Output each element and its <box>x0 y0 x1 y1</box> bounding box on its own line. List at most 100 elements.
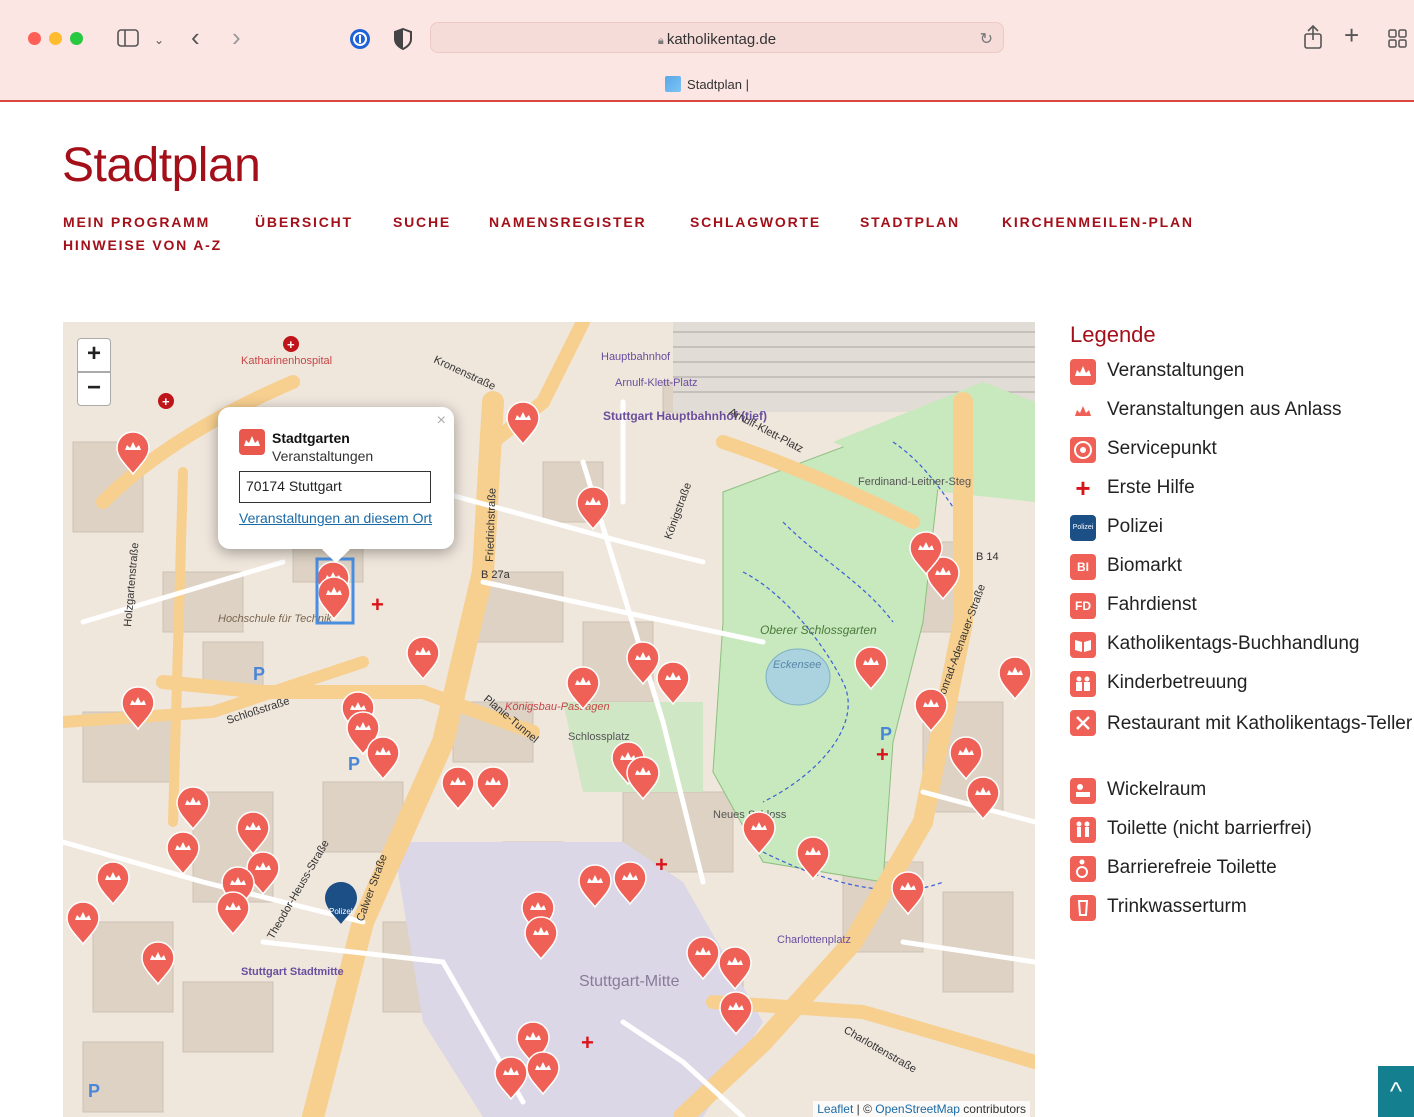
map-label: Ferdinand-Leitner-Steg <box>858 476 971 488</box>
accessible-toilet-icon <box>1070 856 1096 882</box>
map-label: Hauptbahnhof <box>601 351 671 363</box>
legend-label: Toilette (nicht barrierfrei) <box>1107 818 1312 839</box>
toilet-icon <box>1070 817 1096 843</box>
map-label: B 27a <box>481 569 511 581</box>
legend-item: Veranstaltungen aus Anlass <box>1070 397 1414 436</box>
parking-icon: P <box>348 754 360 774</box>
lock-icon: 🔒︎ <box>657 35 667 47</box>
organic-market-icon: BI <box>1070 554 1096 580</box>
attribution-separator: | © <box>853 1102 876 1116</box>
parking-icon: P <box>88 1081 100 1101</box>
nav-schlagworte[interactable]: SCHLAGWORTE <box>690 214 821 230</box>
forward-icon[interactable]: › <box>232 24 241 50</box>
map-label: Stuttgart Stadtmitte <box>241 966 344 978</box>
location-popup: × Stadtgarten Veranstaltungen 70174 Stut… <box>218 407 454 549</box>
popup-events-link[interactable]: Veranstaltungen an diesem Ort <box>239 510 432 526</box>
legend-item: Polizei Polizei <box>1070 514 1414 553</box>
legend-label: Fahrdienst <box>1107 594 1197 615</box>
map-label: Schlossplatz <box>568 731 630 743</box>
legend-item: Toilette (nicht barrierfrei) <box>1070 816 1414 855</box>
leaflet-link[interactable]: Leaflet <box>817 1102 853 1116</box>
legend-item: Katholikentags-Buchhandlung <box>1070 631 1414 670</box>
first-aid-icon[interactable]: + <box>581 1030 594 1055</box>
legend-item: Trinkwasserturm <box>1070 894 1414 933</box>
legend-title: Legende <box>1070 322 1156 347</box>
legend-label: Biomarkt <box>1107 555 1182 576</box>
parking-icon: P <box>880 724 892 744</box>
legend-item: Restaurant mit Katholikentags-Teller <box>1070 709 1414 777</box>
legend-label: Trinkwasserturm <box>1107 896 1247 917</box>
new-tab-icon[interactable]: + <box>1344 22 1359 48</box>
water-tower-icon <box>1070 895 1096 921</box>
legend-item: Wickelraum <box>1070 777 1414 816</box>
legend-label: Veranstaltungen <box>1107 360 1245 381</box>
svg-text:Polizei: Polizei <box>329 907 353 916</box>
favicon-icon <box>665 76 682 92</box>
legend-item: Veranstaltungen <box>1070 358 1414 397</box>
popup-close-button[interactable]: × <box>437 412 446 430</box>
childcare-icon <box>1070 671 1096 697</box>
first-aid-icon: + <box>1075 473 1091 503</box>
tab-overview-icon[interactable] <box>1387 28 1409 52</box>
back-icon[interactable]: ‹ <box>191 24 200 50</box>
map-label: Katharinenhospital <box>241 355 332 367</box>
changing-room-icon <box>1070 778 1096 804</box>
popup-location-name: Stadtgarten <box>272 430 350 446</box>
legend-label: Servicepunkt <box>1107 438 1217 459</box>
zoom-in-button[interactable]: + <box>77 338 111 372</box>
osm-link[interactable]: OpenStreetMap <box>875 1102 960 1116</box>
tab-stadtplan[interactable]: Stadtplan | <box>0 76 1414 92</box>
bookshop-icon <box>1070 632 1096 658</box>
restaurant-icon <box>1070 710 1096 736</box>
nav-suche[interactable]: SUCHE <box>393 214 451 230</box>
nav-mein-programm[interactable]: MEIN PROGRAMM <box>63 214 210 230</box>
map-label: Arnulf-Klett-Platz <box>615 377 698 389</box>
parking-icon: P <box>253 664 265 684</box>
share-icon[interactable] <box>1302 24 1324 53</box>
service-point-icon <box>1070 437 1096 463</box>
map-label: Stuttgart-Mitte <box>579 973 680 990</box>
close-window-button[interactable] <box>28 32 41 45</box>
address-bar[interactable]: 🔒︎ katholikentag.de ↻ <box>430 22 1004 53</box>
tab-title: Stadtplan | <box>687 77 749 92</box>
legend-label: Barrierefreie Toilette <box>1107 857 1277 878</box>
map-legend: Legende Veranstaltungen Veranstaltungen … <box>1070 322 1414 933</box>
shuttle-icon: FD <box>1070 593 1096 619</box>
legend-label: Kinderbetreuung <box>1107 672 1248 693</box>
map-label: Eckensee <box>773 659 821 671</box>
zoom-out-button[interactable]: − <box>77 372 111 406</box>
first-aid-icon[interactable]: + <box>655 852 668 877</box>
password-extension-icon[interactable] <box>349 28 371 54</box>
scroll-to-top-button[interactable]: ^ <box>1378 1066 1414 1117</box>
city-map[interactable]: Katharinenhospital Hauptbahnhof Arnulf-K… <box>63 322 1035 1117</box>
reload-icon[interactable]: ↻ <box>980 29 993 49</box>
browser-chrome: ⌄ ‹ › 🔒︎ katholikentag.de ↻ + Stadtplan … <box>0 0 1414 102</box>
event-occasion-icon <box>1070 398 1096 424</box>
legend-label: Katholikentags-Buchhandlung <box>1107 633 1360 654</box>
minimize-window-button[interactable] <box>49 32 62 45</box>
legend-item: Servicepunkt <box>1070 436 1414 475</box>
chevron-down-icon[interactable]: ⌄ <box>154 30 164 50</box>
map-label: Charlottenplatz <box>777 934 851 946</box>
shield-icon[interactable] <box>393 27 413 54</box>
nav-stadtplan[interactable]: STADTPLAN <box>860 214 960 230</box>
legend-item: Barrierefreie Toilette <box>1070 855 1414 894</box>
legend-label: Erste Hilfe <box>1107 477 1195 498</box>
legend-item: + Erste Hilfe <box>1070 475 1414 514</box>
legend-label: Wickelraum <box>1107 779 1207 800</box>
nav-hinweise[interactable]: HINWEISE VON A-Z <box>63 237 222 253</box>
event-icon <box>1070 359 1096 385</box>
svg-text:+: + <box>162 394 170 409</box>
popup-address-field[interactable]: 70174 Stuttgart <box>239 471 431 503</box>
legend-item: BI Biomarkt <box>1070 553 1414 592</box>
nav-namensregister[interactable]: NAMENSREGISTER <box>489 214 646 230</box>
first-aid-icon[interactable]: + <box>371 592 384 617</box>
sidebar-toggle-icon[interactable] <box>117 28 139 52</box>
legend-item: Kinderbetreuung <box>1070 670 1414 709</box>
map-tiles: Katharinenhospital Hauptbahnhof Arnulf-K… <box>63 322 1035 1117</box>
legend-item: FD Fahrdienst <box>1070 592 1414 631</box>
first-aid-icon[interactable]: + <box>876 742 889 767</box>
nav-uebersicht[interactable]: ÜBERSICHT <box>255 214 353 230</box>
nav-kirchenmeilen-plan[interactable]: KIRCHENMEILEN-PLAN <box>1002 214 1194 230</box>
zoom-window-button[interactable] <box>70 32 83 45</box>
